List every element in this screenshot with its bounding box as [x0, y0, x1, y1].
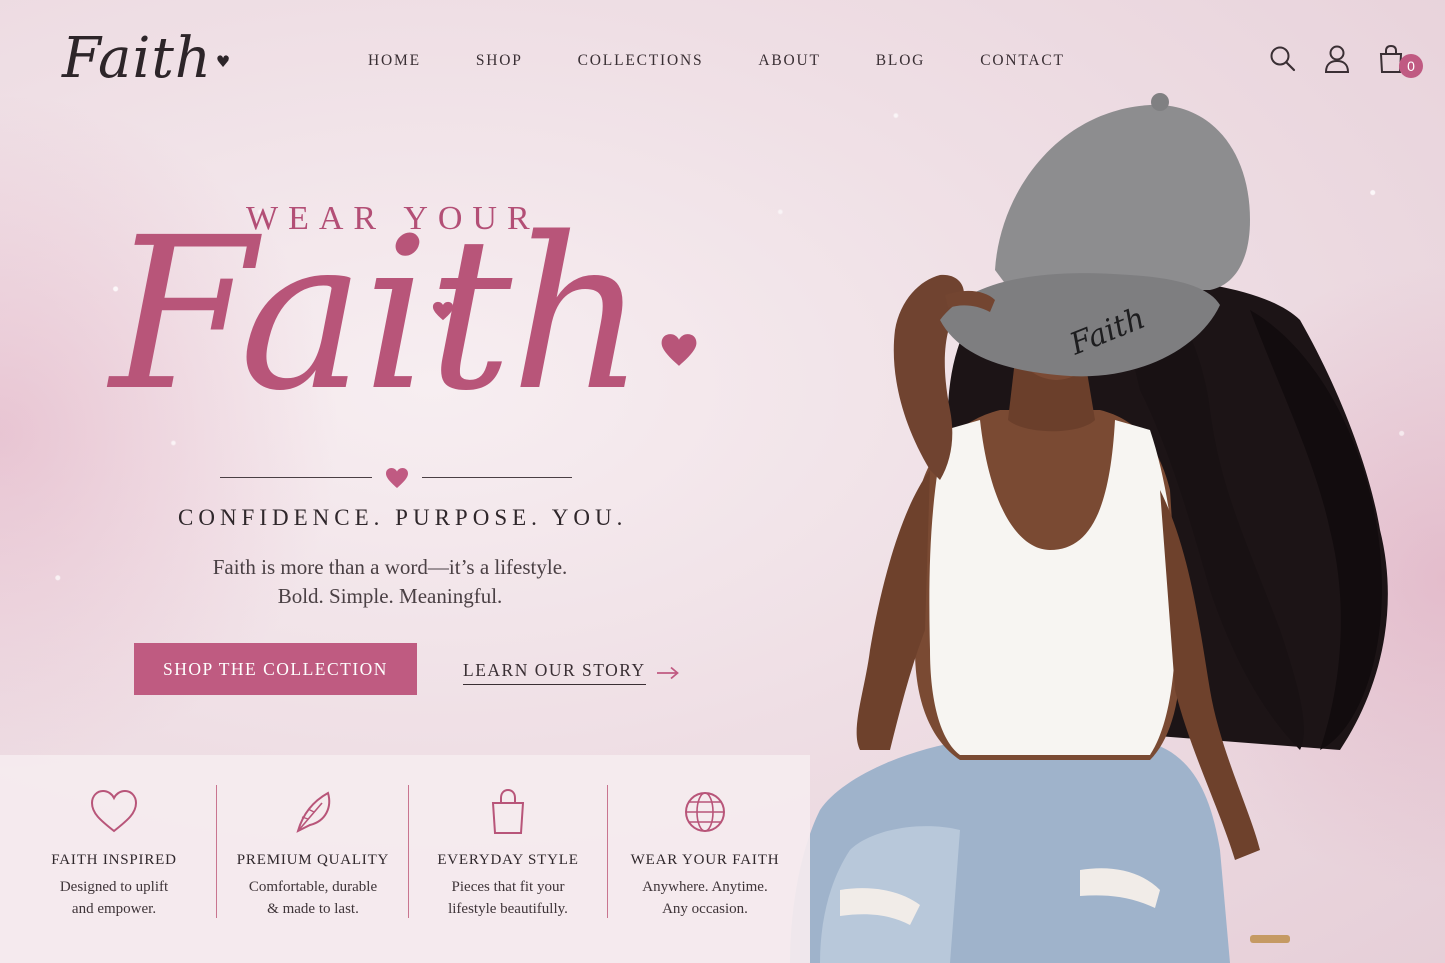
- logo-heart-icon: ♥: [215, 52, 232, 71]
- feather-icon: [296, 791, 331, 833]
- hero-description: Faith is more than a word—it’s a lifesty…: [160, 553, 620, 611]
- feature-line: Pieces that fit your: [451, 879, 565, 895]
- model-photo: Faith: [790, 93, 1388, 963]
- user-icon[interactable]: [1323, 44, 1351, 74]
- nav-contact[interactable]: CONTACT: [980, 52, 1065, 70]
- nav-shop[interactable]: SHOP: [476, 52, 523, 70]
- feature-divider: [607, 785, 608, 918]
- hero-title: Faith: [110, 192, 645, 437]
- feature-description: Anywhere. Anytime. Any occasion.: [609, 876, 801, 920]
- heart-icon: [90, 789, 138, 833]
- description-line: Bold. Simple. Meaningful.: [277, 584, 503, 608]
- feature-line: Designed to uplift: [59, 879, 169, 895]
- feature-divider: [408, 785, 409, 918]
- feature-line: Anywhere. Anytime.: [642, 879, 768, 895]
- feature-item: WEAR YOUR FAITH Anywhere. Anytime. Any o…: [609, 755, 801, 963]
- feature-line: Comfortable, durable: [248, 879, 378, 895]
- feature-description: Comfortable, durable & made to last.: [218, 876, 408, 920]
- feature-description: Designed to uplift and empower.: [20, 876, 208, 920]
- feature-title: WEAR YOUR FAITH: [630, 852, 780, 868]
- feature-divider: [216, 785, 217, 918]
- feature-title: FAITH INSPIRED: [51, 852, 177, 868]
- feature-line: and empower.: [71, 901, 157, 917]
- learn-story-label: LEARN OUR STORY: [463, 660, 646, 685]
- nav-blog[interactable]: BLOG: [876, 52, 925, 70]
- globe-icon: [685, 792, 725, 832]
- hero-tagline: CONFIDENCE. PURPOSE. YOU.: [178, 505, 628, 530]
- shop-collection-button[interactable]: SHOP THE COLLECTION: [134, 643, 417, 695]
- brand-logo[interactable]: Faith ♥: [62, 26, 231, 91]
- main-nav: HOME SHOP COLLECTIONS ABOUT BLOG CONTACT: [368, 52, 1120, 70]
- features-strip: FAITH INSPIRED Designed to uplift and em…: [0, 755, 810, 963]
- description-line: Faith is more than a word—it’s a lifesty…: [212, 555, 568, 579]
- shopping-bag-icon: [491, 788, 525, 834]
- learn-story-link[interactable]: LEARN OUR STORY: [463, 660, 680, 685]
- feature-item: PREMIUM QUALITY Comfortable, durable & m…: [218, 755, 408, 963]
- feature-title: EVERYDAY STYLE: [437, 852, 579, 868]
- feature-line: Any occasion.: [662, 901, 748, 917]
- nav-home[interactable]: HOME: [368, 52, 421, 70]
- cart-button[interactable]: 0: [1377, 44, 1423, 78]
- heart-icon: [432, 301, 454, 321]
- arrow-right-icon: [656, 666, 679, 679]
- feature-line: lifestyle beautifully.: [448, 901, 568, 917]
- logo-text: Faith: [62, 26, 212, 91]
- nav-collections[interactable]: COLLECTIONS: [578, 52, 704, 70]
- divider-line: [422, 477, 572, 478]
- header-icons: 0: [1269, 44, 1423, 78]
- heart-icon: [386, 468, 408, 488]
- feature-item: FAITH INSPIRED Designed to uplift and em…: [20, 755, 208, 963]
- nav-about[interactable]: ABOUT: [758, 52, 820, 70]
- search-icon[interactable]: [1269, 44, 1297, 74]
- cart-count-badge: 0: [1399, 54, 1423, 78]
- heart-icon: [661, 334, 697, 366]
- feature-description: Pieces that fit your lifestyle beautiful…: [410, 876, 606, 920]
- feature-item: EVERYDAY STYLE Pieces that fit your life…: [410, 755, 606, 963]
- feature-line: & made to last.: [267, 901, 359, 917]
- divider-line: [220, 477, 372, 478]
- feature-title: PREMIUM QUALITY: [236, 852, 390, 868]
